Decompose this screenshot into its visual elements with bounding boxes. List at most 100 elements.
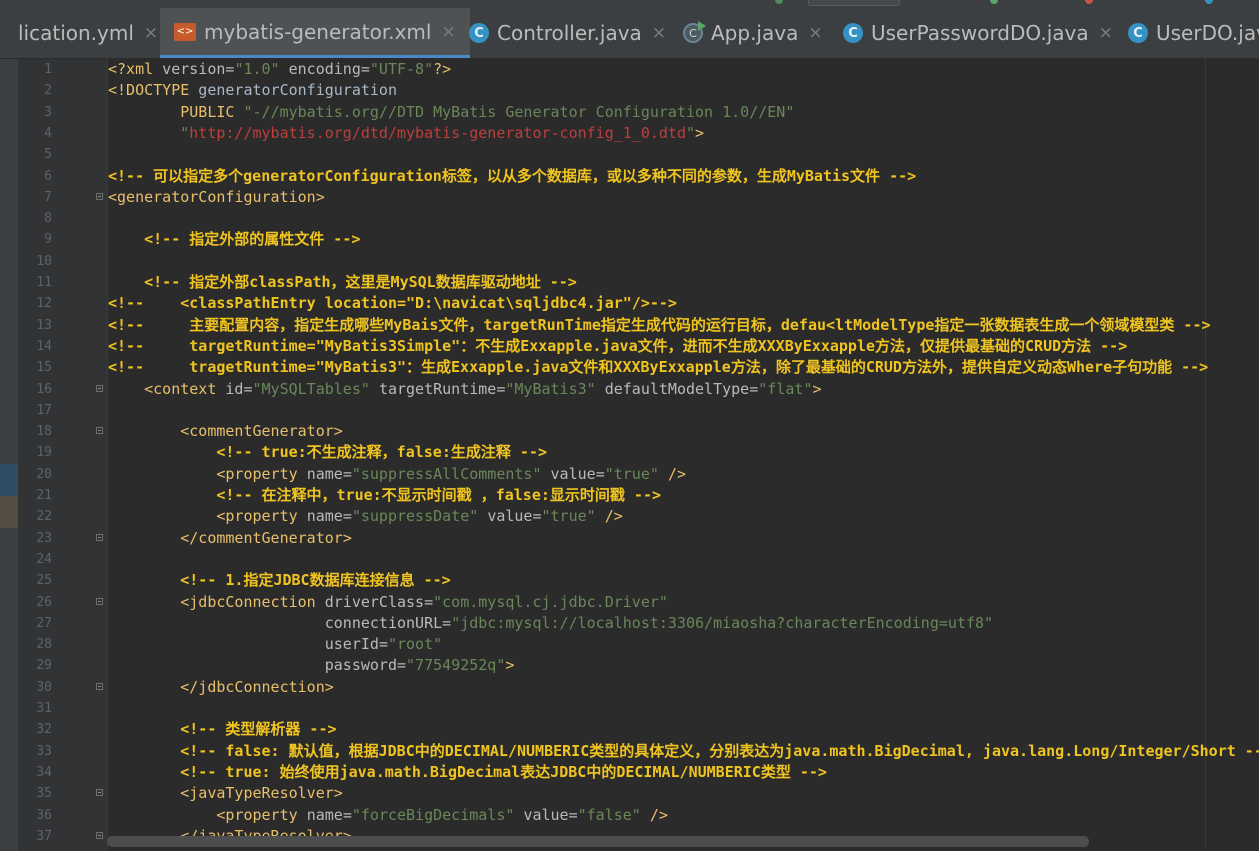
code-text: <!-- targetRuntime="MyBatis3Simple"：不生成E… [108,336,1128,355]
line-number: 29 [36,658,52,674]
line-number: 7 [44,189,52,205]
code-line[interactable]: 2 <!DOCTYPE generatorConfiguration [18,80,1259,101]
tool-window-strip [0,59,18,851]
line-number: 20 [36,466,52,482]
tab-label: UserDO.jav [1156,21,1259,45]
code-text: </jdbcConnection> [180,677,334,696]
fold-marker-icon[interactable] [96,831,103,839]
fold-marker-icon[interactable] [96,682,103,690]
line-number: 22 [36,509,52,525]
class-icon: C [843,23,863,43]
line-number: 23 [36,530,52,546]
code-line[interactable]: 18 <commentGenerator> [18,421,1259,442]
code-text: <jdbcConnection driverClass="com.mysql.c… [180,592,668,611]
tab-userdo-java[interactable]: C UserDO.jav [1128,8,1259,58]
fold-marker-icon[interactable] [96,597,103,605]
line-number: 1 [44,62,52,77]
line-number: 27 [36,615,52,631]
xml-file-icon: <> [174,22,196,41]
search-everywhere-icon[interactable] [1205,0,1213,4]
line-number: 9 [44,232,52,248]
code-line[interactable]: 20 <property name="suppressAllComments" … [18,464,1259,485]
tab-userpassworddo-java[interactable]: C UserPasswordDO.java × [843,8,1113,58]
code-line[interactable]: 7 <generatorConfiguration> [18,187,1259,208]
code-line[interactable]: 16 <context id="MySQLTables" targetRunti… [18,379,1259,400]
code-text: <!-- <classPathEntry location="D:\navica… [108,294,677,313]
close-icon[interactable]: × [441,22,455,42]
code-line[interactable]: 23 </commentGenerator> [18,528,1259,549]
code-line[interactable]: 5 [18,144,1259,165]
code-line[interactable]: 9 <!-- 指定外部的属性文件 --> [18,229,1259,250]
tab-controller-java[interactable]: C Controller.java × [469,8,666,58]
fold-marker-icon[interactable] [96,384,103,392]
line-number: 25 [36,573,52,589]
code-line[interactable]: 28 userId="root" [18,634,1259,655]
code-line[interactable]: 35 <javaTypeResolver> [18,783,1259,804]
fold-marker-icon[interactable] [96,427,103,435]
close-icon[interactable]: × [1099,23,1113,43]
code-line[interactable]: 15 <!-- tragetRuntime="MyBatis3"：生成Exxapp… [18,357,1259,378]
stop-icon[interactable] [1085,0,1093,4]
code-text: PUBLIC "-//mybatis.org//DTD MyBatis Gene… [180,102,795,121]
code-editor[interactable]: 1 <?xml version="1.0" encoding="UTF-8"?> 2… [18,59,1259,851]
code-line[interactable]: 12 <!-- <classPathEntry location="D:\navi… [18,293,1259,314]
code-line[interactable]: 36 <property name="forceBigDecimals" val… [18,805,1259,826]
debug-icon[interactable] [990,0,998,4]
tab-app-java[interactable]: C App.java × [683,8,823,58]
code-line[interactable]: 26 <jdbcConnection driverClass="com.mysq… [18,592,1259,613]
code-text: <!-- 主要配置内容，指定生成哪些MyBais文件，targetRunTime… [108,315,1211,334]
line-number: 15 [36,360,52,376]
fold-marker-icon[interactable] [96,533,103,541]
code-line[interactable]: 6 <!-- 可以指定多个generatorConfiguration标签，以从多… [18,166,1259,187]
code-line[interactable]: 30 </jdbcConnection> [18,677,1259,698]
close-icon[interactable]: × [808,23,822,43]
line-number: 26 [36,594,52,610]
run-config-selector[interactable] [808,0,900,6]
code-line[interactable]: 27 connectionURL="jdbc:mysql://localhost… [18,613,1259,634]
code-text: <property name="suppressAllComments" val… [216,464,686,483]
line-number: 36 [36,807,52,823]
code-line[interactable]: 21 <!-- 在注释中，true:不显示时间戳 ，false:显示时间戳 --… [18,485,1259,506]
code-line[interactable]: 4 "http://mybatis.org/dtd/mybatis-genera… [18,123,1259,144]
code-line[interactable]: 3 PUBLIC "-//mybatis.org//DTD MyBatis Ge… [18,102,1259,123]
line-number: 14 [36,338,52,354]
close-icon[interactable]: × [652,23,666,43]
code-line[interactable]: 22 <property name="suppressDate" value="… [18,506,1259,527]
code-text: <!-- 在注释中，true:不显示时间戳 ，false:显示时间戳 --> [216,486,662,504]
line-number: 12 [36,296,52,312]
code-line[interactable]: 1 <?xml version="1.0" encoding="UTF-8"?> [18,59,1259,80]
code-text: <!-- 指定外部的属性文件 --> [144,230,361,249]
code-line[interactable]: 34 <!-- true: 始终使用java.math.BigDecimal表达… [18,762,1259,783]
code-line[interactable]: 13 <!-- 主要配置内容，指定生成哪些MyBais文件，targetRunTi… [18,315,1259,336]
fold-marker-icon[interactable] [96,192,103,200]
code-line[interactable]: 19 <!-- true:不生成注释，false:生成注释 --> [18,442,1259,463]
code-line[interactable]: 32 <!-- 类型解析器 --> [18,719,1259,740]
favorites-marker[interactable] [0,496,18,528]
code-line[interactable]: 17 [18,400,1259,421]
code-line[interactable]: 24 [18,549,1259,570]
fold-marker-icon[interactable] [96,789,103,797]
code-line[interactable]: 33 <!-- false: 默认值，根据JDBC中的DECIMAL/NUMBE… [18,741,1259,762]
structure-marker[interactable] [0,464,18,496]
code-text: <property name="forceBigDecimals" value=… [216,805,668,824]
horizontal-scrollbar[interactable] [107,836,1089,847]
line-number: 4 [44,125,52,141]
code-line[interactable]: 25 <!-- 1.指定JDBC数据库连接信息 --> [18,570,1259,591]
code-text: password="77549252q"> [324,656,515,675]
code-text: <!-- 类型解析器 --> [180,720,337,739]
line-number: 28 [36,637,52,653]
close-icon[interactable]: × [144,23,158,43]
code-line[interactable]: 14 <!-- targetRuntime="MyBatis3Simple"：不生… [18,336,1259,357]
code-line[interactable]: 29 password="77549252q"> [18,655,1259,676]
code-text: <context id="MySQLTables" targetRuntime=… [144,379,822,398]
code-line[interactable]: 8 [18,208,1259,229]
code-text: <?xml version="1.0" encoding="UTF-8"?> [108,60,452,78]
tab-mybatis-generator-xml[interactable]: <> mybatis-generator.xml × [160,8,470,58]
tab-application-yml[interactable]: lication.yml × [18,8,158,58]
line-number: 35 [36,786,52,802]
line-number: 13 [36,317,52,333]
code-line[interactable]: 10 [18,251,1259,272]
code-line[interactable]: 11 <!-- 指定外部classPath，这里是MySQL数据库驱动地址 --… [18,272,1259,293]
run-icon[interactable] [775,0,783,4]
code-line[interactable]: 31 [18,698,1259,719]
